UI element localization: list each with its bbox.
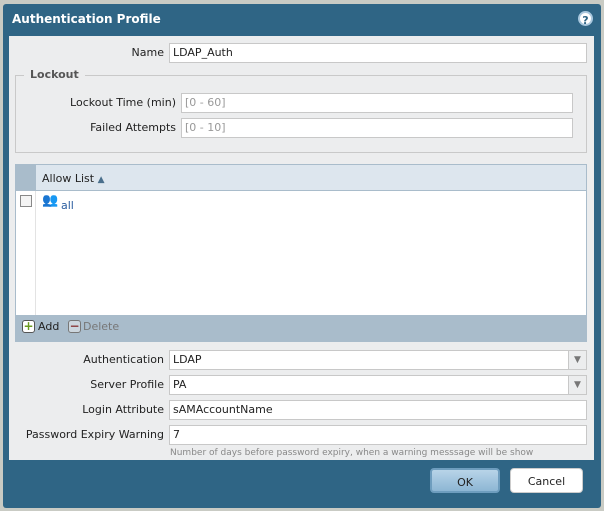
lockout-time-label: Lockout Time (min) [70,96,176,109]
chevron-down-icon[interactable]: ▼ [568,376,586,394]
login-attribute-label: Login Attribute [82,403,164,416]
authentication-select[interactable]: LDAP ▼ [169,350,587,370]
grid-toolbar: + Add − Delete [16,315,586,341]
password-expiry-input[interactable]: 7 [169,425,587,445]
help-icon[interactable]: ? [578,11,593,27]
authentication-profile-dialog: Authentication Profile ? Name LDAP_Auth … [3,4,601,508]
allow-list-grid: Allow List ▲ 👥 all + Add − Delete [15,164,587,342]
server-profile-select[interactable]: PA ▼ [169,375,587,395]
failed-attempts-input[interactable]: [0 - 10] [181,118,573,138]
row-checkbox[interactable] [20,195,32,207]
cancel-button[interactable]: Cancel [510,468,583,493]
select-all-column[interactable] [16,165,36,191]
dialog-body: Name LDAP_Auth Lockout Lockout Time (min… [9,36,594,460]
chevron-down-icon[interactable]: ▼ [568,351,586,369]
authentication-label: Authentication [83,353,164,366]
lockout-time-input[interactable]: [0 - 60] [181,93,573,113]
allow-list-item-all[interactable]: all [61,199,74,212]
allow-list-header[interactable]: Allow List ▲ [42,172,105,185]
lockout-legend: Lockout [24,68,85,81]
name-input[interactable]: LDAP_Auth [169,43,587,63]
dialog-title: Authentication Profile [12,12,161,26]
delete-icon: − [68,319,81,333]
password-expiry-hint: Number of days before password expiry, w… [170,448,534,458]
table-row[interactable]: 👥 all [16,191,586,215]
failed-attempts-label: Failed Attempts [90,121,176,134]
password-expiry-label: Password Expiry Warning [25,428,164,441]
ok-button[interactable]: OK [430,468,500,493]
add-label: Add [38,320,60,333]
grid-header: Allow List ▲ [16,165,586,191]
server-profile-value: PA [173,378,187,391]
add-button[interactable]: + Add [22,320,59,333]
user-group-icon: 👥 [42,193,59,208]
delete-button[interactable]: − Delete [68,320,119,333]
name-label: Name [131,46,164,59]
lockout-fieldset [15,75,587,153]
login-attribute-input[interactable]: sAMAccountName [169,400,587,420]
authentication-value: LDAP [173,353,202,366]
delete-label: Delete [83,320,120,333]
server-profile-label: Server Profile [90,378,164,391]
sort-ascending-icon: ▲ [97,175,105,185]
allow-list-header-label: Allow List [42,172,95,185]
add-icon: + [22,319,35,333]
